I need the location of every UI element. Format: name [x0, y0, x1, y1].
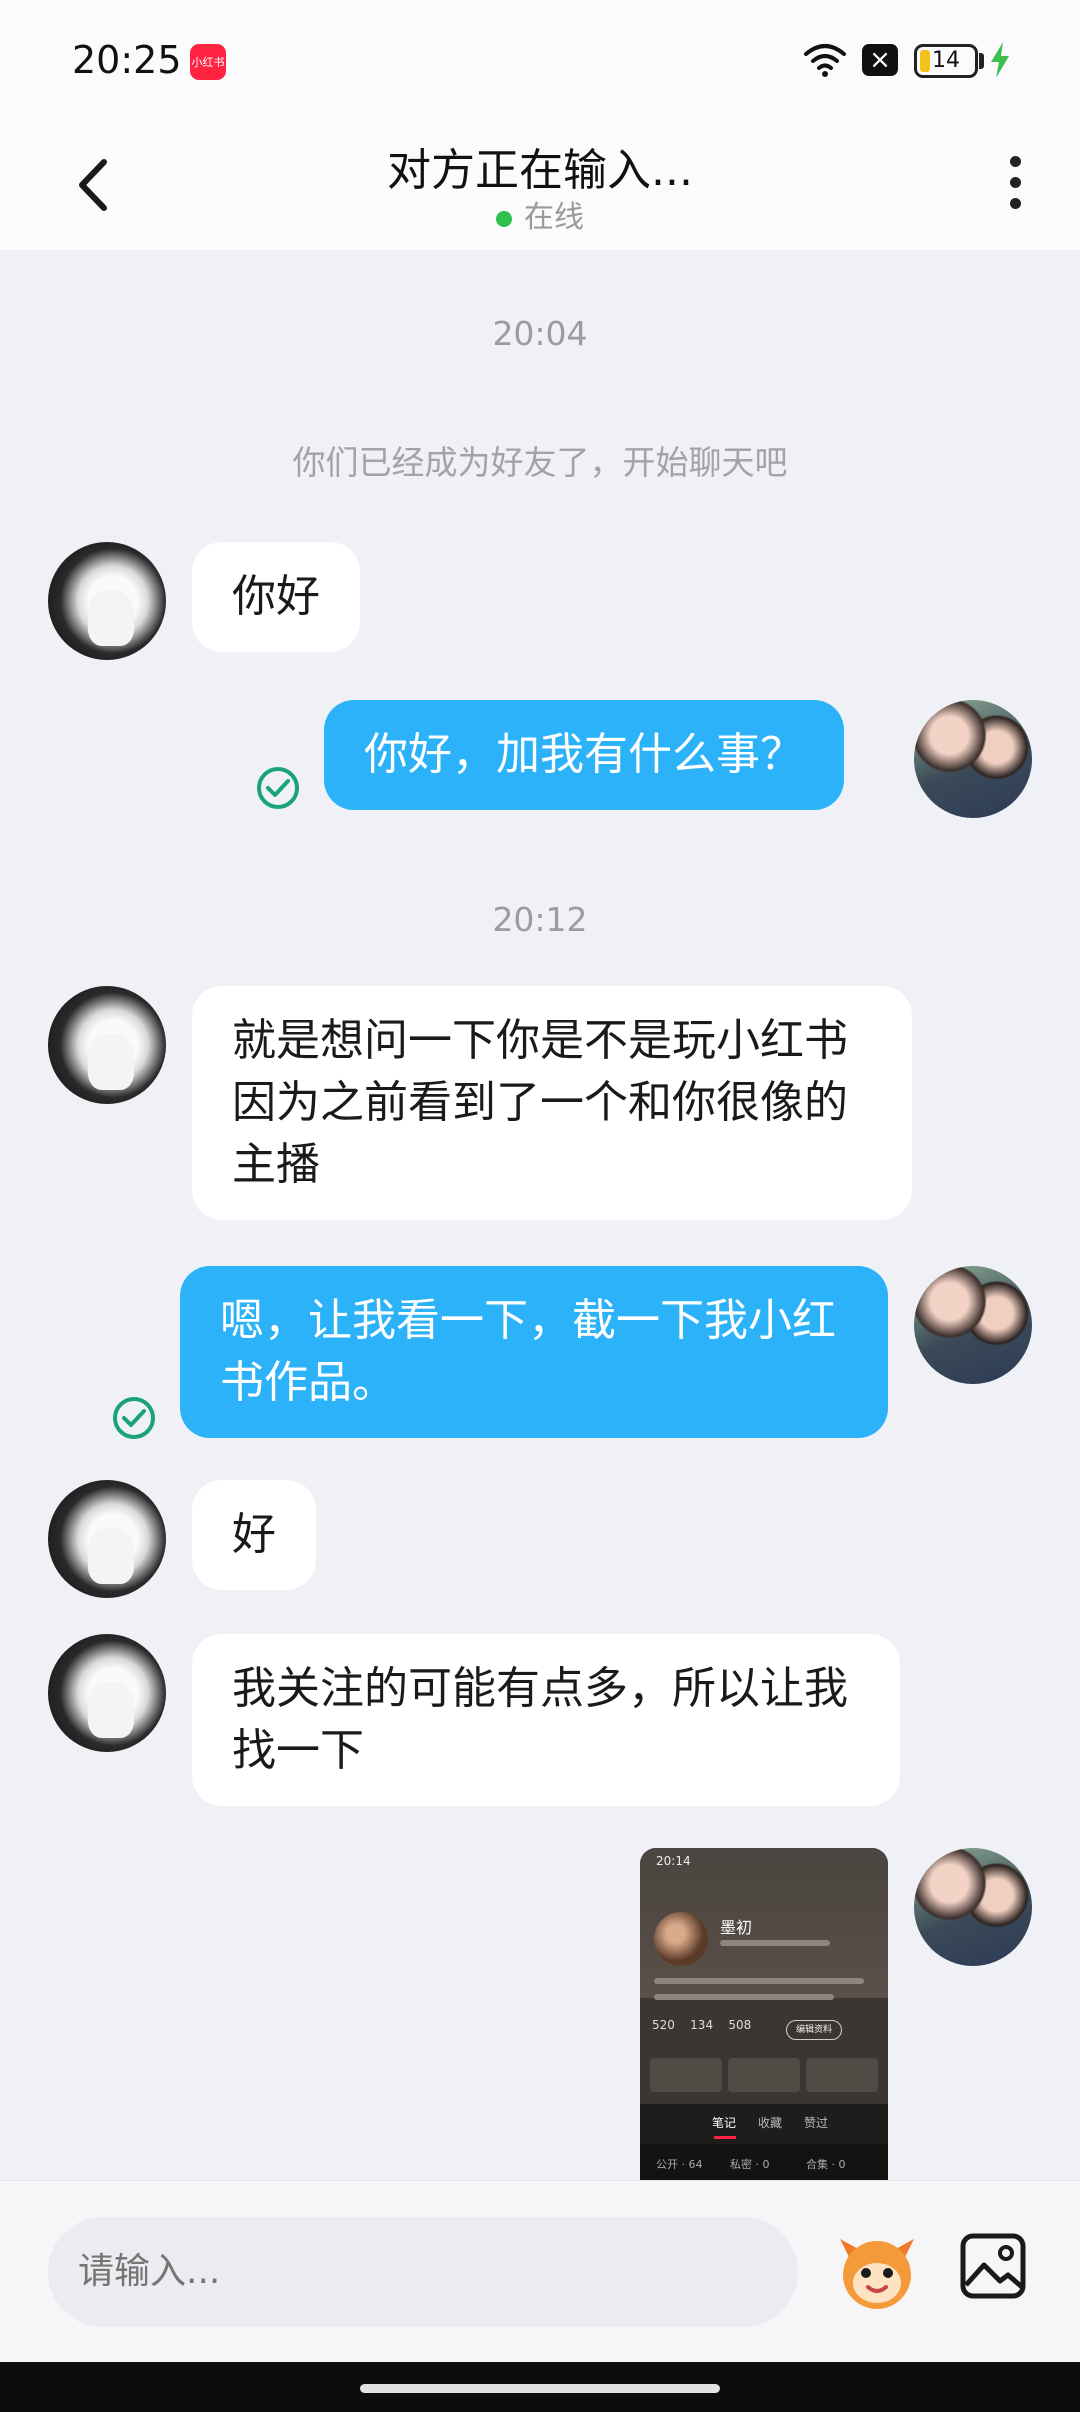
screenshot-stat: 134 — [690, 2018, 714, 2032]
contact-avatar[interactable] — [48, 1480, 166, 1598]
screenshot-text-line — [654, 1978, 864, 1984]
more-options-button[interactable] — [1000, 150, 1030, 220]
screenshot-card — [650, 2058, 722, 2092]
online-status-label: 在线 — [524, 200, 584, 235]
screenshot-tab-indicator — [714, 2136, 736, 2139]
screenshot-subtabs: 公开 · 64 私密 · 0 合集 · 0 — [640, 2144, 888, 2180]
screenshot-username: 墨初 — [720, 1918, 753, 1937]
screenshot-card — [728, 2058, 800, 2092]
home-gesture-handle[interactable] — [360, 2384, 720, 2393]
screenshot-edit-button: 编辑资料 — [786, 2020, 842, 2040]
read-check-icon — [257, 767, 299, 809]
screenshot-subtab: 公开 · 64 — [656, 2158, 703, 2171]
dot-icon — [1009, 156, 1021, 167]
incoming-message-bubble[interactable]: 我关注的可能有点多，所以让我找一下 — [192, 1634, 900, 1806]
incoming-message-bubble[interactable]: 就是想问一下你是不是玩小红书 因为之前看到了一个和你很像的主播 — [192, 986, 912, 1220]
screenshot-tab: 赞过 — [804, 2116, 829, 2130]
chat-title: 对方正在输入... — [387, 145, 693, 196]
status-bar: 20:25 小红书 × 14 — [0, 0, 1080, 120]
screenshot-cards — [650, 2058, 878, 2092]
dot-icon — [1009, 198, 1021, 209]
chat-header: 对方正在输入... 在线 — [0, 120, 1080, 250]
screenshot-tabs: 笔记 收藏 赞过 — [640, 2104, 888, 2144]
online-status: 在线 — [240, 192, 840, 236]
my-avatar[interactable] — [914, 700, 1032, 818]
incoming-message-bubble[interactable]: 你好 — [192, 542, 360, 652]
outgoing-message-bubble[interactable]: 嗯，让我看一下，截一下我小红书作品。 — [180, 1266, 888, 1438]
close-notification-icon: × — [862, 44, 898, 76]
battery-level: 14 — [932, 48, 960, 73]
battery-tip — [979, 53, 984, 69]
timestamp: 20:12 — [492, 900, 588, 939]
timestamp: 20:04 — [492, 314, 588, 353]
system-navigation-bar — [0, 2362, 1080, 2412]
image-picker-icon[interactable] — [958, 2231, 1028, 2301]
my-avatar[interactable] — [914, 1266, 1032, 1384]
screenshot-card — [806, 2058, 878, 2092]
screenshot-subtab: 私密 · 0 — [730, 2158, 770, 2171]
charging-icon — [991, 42, 1009, 78]
battery-icon: 14 — [914, 44, 978, 78]
screenshot-image-message[interactable]: 20:14 墨初 520 134 508 编辑资料 笔记 收藏 赞过 公开 · … — [640, 1848, 888, 2180]
message-input[interactable] — [48, 2217, 798, 2327]
sticker-button[interactable] — [832, 2225, 922, 2315]
chat-messages-area[interactable]: 20:04 你们已经成为好友了，开始聊天吧 你好 你好，加我有什么事？ 20:1… — [0, 250, 1080, 2180]
dot-icon — [1009, 177, 1021, 188]
screenshot-text-line — [720, 1940, 830, 1946]
screenshot-tab: 笔记 — [712, 2116, 737, 2130]
screenshot-stat: 520 — [652, 2018, 675, 2032]
my-avatar[interactable] — [914, 1848, 1032, 1966]
screenshot-tab: 收藏 — [758, 2116, 783, 2130]
screenshot-subtab: 合集 · 0 — [806, 2158, 846, 2171]
xiaohongshu-app-icon: 小红书 — [190, 44, 226, 80]
contact-avatar[interactable] — [48, 1634, 166, 1752]
system-message: 你们已经成为好友了，开始聊天吧 — [292, 443, 788, 482]
status-time: 20:25 — [72, 38, 182, 82]
screenshot-stats: 520 134 508 — [652, 2018, 751, 2032]
screenshot-avatar — [654, 1912, 708, 1966]
back-button[interactable] — [66, 150, 126, 220]
screenshot-time: 20:14 — [656, 1854, 691, 1868]
input-bar — [0, 2180, 1080, 2362]
screenshot-stat: 508 — [728, 2018, 752, 2032]
read-check-icon — [113, 1397, 155, 1439]
wifi-icon — [804, 44, 846, 77]
outgoing-message-bubble[interactable]: 你好，加我有什么事？ — [324, 700, 844, 810]
contact-avatar[interactable] — [48, 986, 166, 1104]
screenshot-text-line — [654, 1994, 834, 2000]
online-dot-icon — [496, 210, 512, 227]
incoming-message-bubble[interactable]: 好 — [192, 1480, 316, 1590]
contact-avatar[interactable] — [48, 542, 166, 660]
